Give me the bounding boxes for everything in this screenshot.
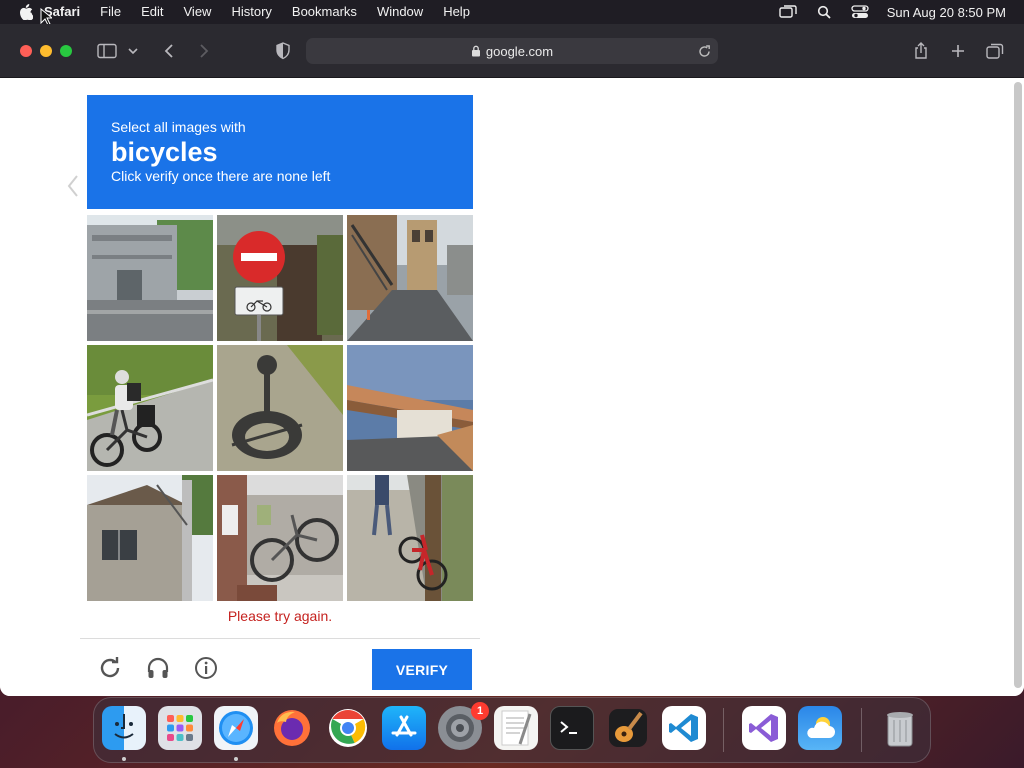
image-tile-7[interactable]	[87, 475, 213, 601]
dock-textedit-icon[interactable]	[494, 706, 538, 750]
lock-icon	[471, 45, 481, 57]
target-keyword: bicycles	[111, 137, 218, 167]
dock-visual-studio-icon[interactable]	[742, 706, 786, 750]
audio-challenge-headphones-icon[interactable]	[144, 654, 172, 682]
tab-group-chevron-down-icon[interactable]	[126, 41, 140, 61]
image-tile-6[interactable]	[347, 345, 473, 471]
back-chevron-icon[interactable]	[158, 41, 180, 61]
finder-running-dot	[122, 757, 126, 761]
privacy-shield-icon[interactable]	[272, 41, 294, 61]
screen-mirroring-icon[interactable]	[779, 5, 797, 19]
dock-garageband-icon[interactable]	[606, 706, 650, 750]
dock-terminal-icon[interactable]	[550, 706, 594, 750]
dock-safari-icon[interactable]	[214, 706, 258, 750]
image-tile-4[interactable]	[87, 345, 213, 471]
share-icon[interactable]	[910, 41, 932, 61]
dock-separator	[723, 708, 724, 752]
menu-view[interactable]: View	[174, 0, 222, 24]
instruction-subline: Click verify once there are none left	[111, 168, 331, 184]
menu-bar: Safari File Edit View History Bookmarks …	[0, 0, 1024, 24]
image-tile-9[interactable]	[347, 475, 473, 601]
tab-overview-icon[interactable]	[984, 41, 1006, 61]
menu-edit[interactable]: Edit	[131, 0, 173, 24]
footer-divider	[80, 638, 480, 639]
dock-launchpad-icon[interactable]	[158, 706, 202, 750]
dock-firefox-icon[interactable]	[270, 706, 314, 750]
dock-separator-trash	[861, 708, 862, 752]
info-icon[interactable]	[192, 654, 220, 682]
image-tile-5[interactable]	[217, 345, 343, 471]
dock: 1	[93, 697, 931, 763]
menu-window[interactable]: Window	[367, 0, 433, 24]
new-tab-plus-icon[interactable]	[947, 41, 969, 61]
sidebar-toggle-icon[interactable]	[96, 41, 118, 61]
apple-menu-icon[interactable]	[18, 4, 34, 20]
verify-button[interactable]: VERIFY	[372, 649, 472, 690]
vertical-scrollbar[interactable]	[1014, 82, 1022, 688]
menu-history[interactable]: History	[221, 0, 281, 24]
dock-trash-icon[interactable]	[878, 706, 922, 750]
address-bar-url: google.com	[485, 43, 554, 59]
close-window-button[interactable]	[20, 44, 32, 57]
menu-help[interactable]: Help	[433, 0, 480, 24]
menu-file[interactable]: File	[90, 0, 131, 24]
instruction-line: Select all images with	[111, 119, 246, 135]
search-icon[interactable]	[815, 5, 833, 19]
control-center-icon[interactable]	[851, 5, 869, 19]
recaptcha-challenge: Select all images with bicycles Click ve…	[80, 78, 480, 696]
window-controls	[20, 44, 72, 57]
menu-bookmarks[interactable]: Bookmarks	[282, 0, 367, 24]
reload-icon[interactable]	[696, 43, 712, 59]
menu-clock[interactable]: Sun Aug 20 8:50 PM	[887, 5, 1006, 20]
captcha-instructions: Select all images with bicycles Click ve…	[87, 95, 473, 209]
zoom-window-button[interactable]	[60, 44, 72, 57]
safari-window: google.com Select all images with bicycl…	[0, 24, 1024, 696]
image-tile-1[interactable]	[87, 215, 213, 341]
address-bar[interactable]: google.com	[306, 38, 718, 64]
page-content: Select all images with bicycles Click ve…	[0, 78, 1024, 696]
safari-running-dot	[234, 757, 238, 761]
image-grid	[87, 215, 473, 601]
error-message: Please try again.	[227, 608, 333, 624]
dock-weather-icon[interactable]	[798, 706, 842, 750]
dock-vscode-icon[interactable]	[662, 706, 706, 750]
system-settings-badge: 1	[471, 702, 489, 720]
dock-chrome-icon[interactable]	[326, 706, 370, 750]
forward-chevron-icon[interactable]	[193, 41, 215, 61]
browser-toolbar: google.com	[0, 24, 1024, 78]
dock-finder-icon[interactable]	[102, 706, 146, 750]
image-tile-3[interactable]	[347, 215, 473, 341]
image-tile-2[interactable]	[217, 215, 343, 341]
dock-app-store-icon[interactable]	[382, 706, 426, 750]
reload-challenge-icon[interactable]	[96, 654, 124, 682]
image-tile-8[interactable]	[217, 475, 343, 601]
minimize-window-button[interactable]	[40, 44, 52, 57]
chevron-left-icon	[66, 174, 80, 198]
